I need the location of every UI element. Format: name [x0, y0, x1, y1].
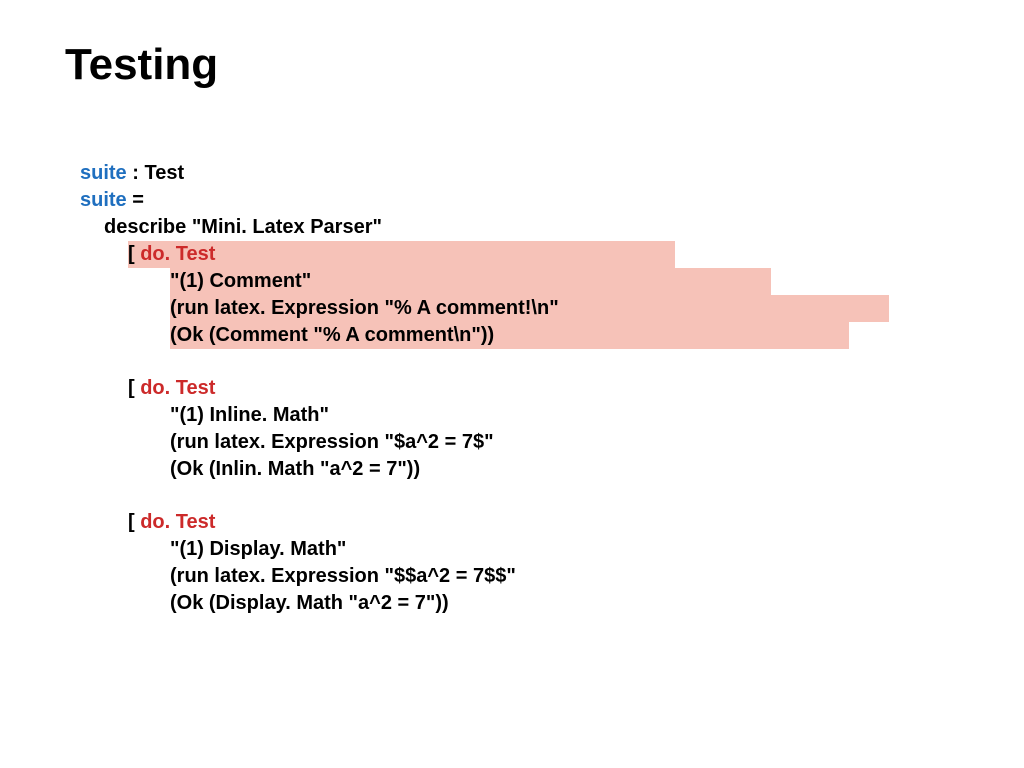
bracket-3: [ [128, 511, 140, 533]
test-name-2: "(1) Inline. Math" [170, 404, 329, 426]
bracket-2: [ [128, 377, 140, 399]
test-ok-1: (Ok (Comment "% A comment\n")) [170, 324, 494, 346]
keyword-suite-sig: suite [80, 162, 127, 184]
assign-rest: = [127, 189, 144, 211]
test-run-3: (run latex. Expression "$$a^2 = 7$$" [170, 565, 516, 587]
bracket-1: [ [128, 243, 140, 265]
test-block-1: [ do. Test "(1) Comment" (run latex. Exp… [80, 241, 889, 349]
test-run-2: (run latex. Expression "$a^2 = 7$" [170, 431, 494, 453]
test-ok-3: (Ok (Display. Math "a^2 = 7")) [170, 592, 449, 614]
test-run-1: (run latex. Expression "% A comment!\n" [170, 297, 559, 319]
do-test-1: do. Test [140, 243, 215, 265]
slide: Testing suite : Test suite = describe "M… [0, 0, 1024, 768]
do-test-3: do. Test [140, 511, 215, 533]
slide-title: Testing [65, 40, 218, 90]
sig-rest: : Test [127, 162, 184, 184]
code-block: suite : Test suite = describe "Mini. Lat… [80, 160, 889, 643]
test-name-3: "(1) Display. Math" [170, 538, 346, 560]
test-block-2: [ do. Test "(1) Inline. Math" (run latex… [80, 375, 889, 483]
test-block-3: [ do. Test "(1) Display. Math" (run late… [80, 509, 889, 617]
describe-line: describe "Mini. Latex Parser" [104, 216, 382, 238]
keyword-suite-assign: suite [80, 189, 127, 211]
do-test-2: do. Test [140, 377, 215, 399]
test-ok-2: (Ok (Inlin. Math "a^2 = 7")) [170, 458, 420, 480]
test-name-1: "(1) Comment" [170, 270, 311, 292]
